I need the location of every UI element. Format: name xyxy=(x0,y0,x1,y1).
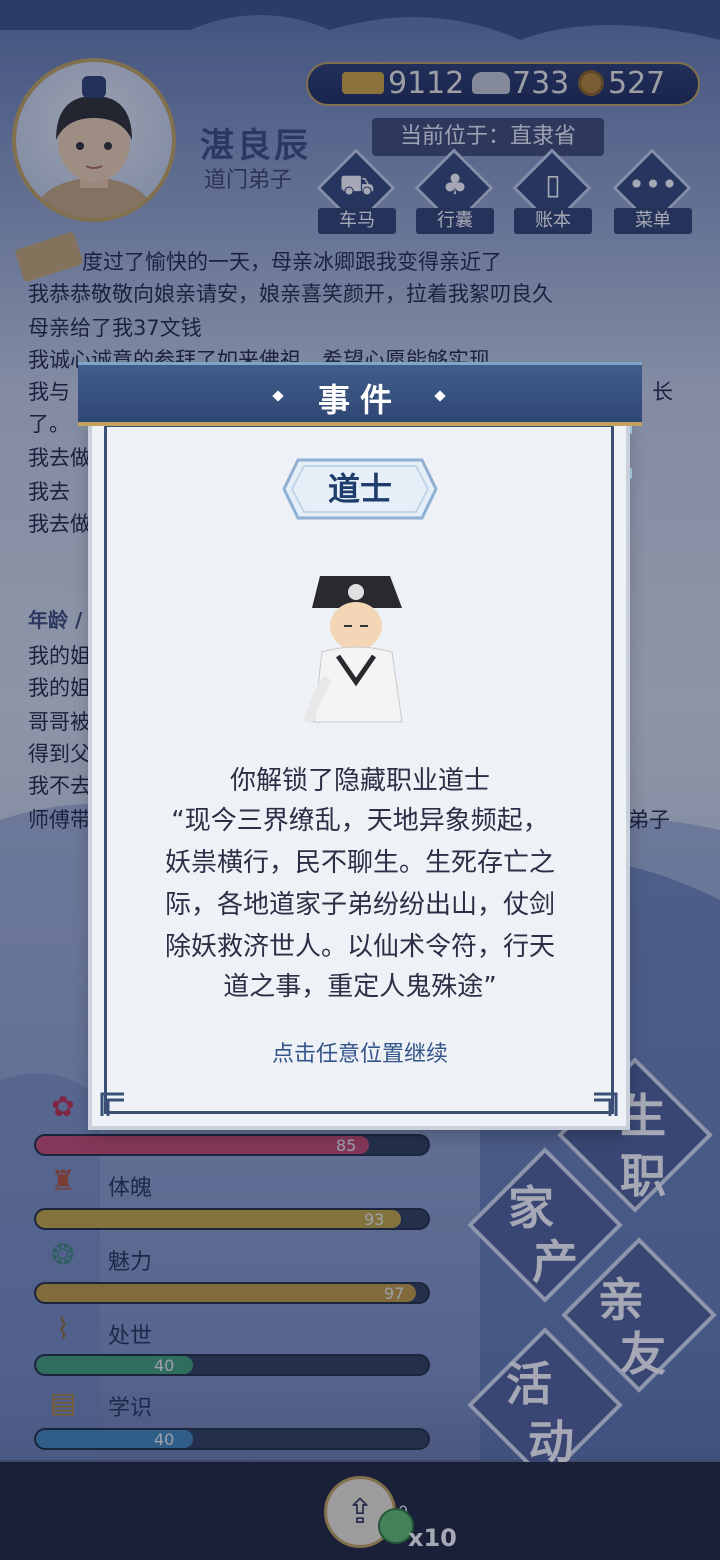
career-tag: 道士 xyxy=(282,458,438,520)
career-quote-line: 妖祟横行，民不聊生。生死存亡之 xyxy=(164,848,555,878)
event-title: 事件 xyxy=(317,381,402,419)
career-quote-line: 道之事，重定人鬼殊途” xyxy=(223,972,497,1002)
career-tag-label: 道士 xyxy=(327,470,392,508)
taoist-character-illustration xyxy=(303,576,403,724)
career-quote-line: 除妖救济世人。以仙术令符，行天 xyxy=(164,932,555,962)
unlock-message: 你解锁了隐藏职业道士 xyxy=(229,766,490,796)
corner-ornament-right xyxy=(594,1092,618,1116)
event-banner: 事件 xyxy=(78,362,642,426)
career-quote-line: “现今三界缭乱，天地异象频起， xyxy=(171,806,549,836)
corner-ornament-left xyxy=(100,1092,124,1116)
career-quote-line: 际，各地道家子弟纷纷出山，仗剑 xyxy=(164,890,555,920)
continue-hint[interactable]: 点击任意位置继续 xyxy=(110,1036,610,1068)
